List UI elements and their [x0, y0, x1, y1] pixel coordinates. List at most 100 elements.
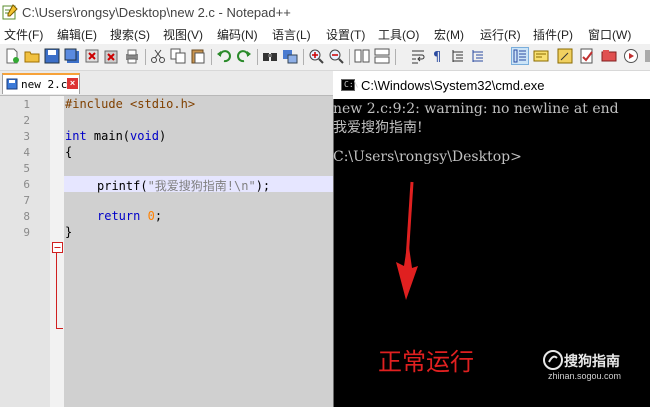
zoom-in-icon[interactable] [308, 48, 324, 64]
zoom-out-icon[interactable] [328, 48, 344, 64]
save-all-icon[interactable] [64, 48, 80, 64]
tab-bar: new 2.c × [0, 71, 333, 96]
line-number: 7 [23, 194, 30, 207]
new-file-icon[interactable] [4, 48, 20, 64]
toolbar-separator [395, 49, 396, 65]
fold-margin [50, 96, 64, 407]
copy-icon[interactable] [170, 48, 186, 64]
fold-collapse-icon[interactable] [52, 242, 63, 253]
redo-icon[interactable] [236, 48, 252, 64]
menu-tools[interactable]: 工具(O) [378, 26, 419, 43]
window-title: C:\Users\rongsy\Desktop\new 2.c - Notepa… [22, 5, 291, 20]
menu-settings[interactable]: 设置(T) [326, 26, 365, 43]
menu-window[interactable]: 窗口(W) [588, 26, 631, 43]
find-icon[interactable] [262, 48, 278, 64]
file-saved-icon [6, 78, 18, 90]
line-number-gutter: 1 2 3 4 5 6 7 8 9 [0, 96, 50, 407]
svg-text:¶: ¶ [433, 50, 441, 64]
folder-workspace-icon[interactable] [557, 48, 573, 64]
line-number: 1 [23, 98, 30, 111]
code-line-8: return 0; [97, 209, 162, 223]
menu-macro[interactable]: 宏(M) [434, 26, 464, 43]
tab-label: new 2.c [21, 78, 68, 91]
code-line-6: printf("我爱搜狗指南!\n"); [97, 177, 270, 194]
user-language-icon[interactable] [470, 48, 486, 64]
menu-plugins[interactable]: 插件(P) [533, 26, 573, 43]
paste-icon[interactable] [190, 48, 206, 64]
cmd-window-title: C:\Windows\System32\cmd.exe [361, 78, 545, 93]
keyword-int: int [65, 129, 87, 143]
cut-icon[interactable] [150, 48, 166, 64]
notepadpp-app-icon [2, 4, 18, 20]
statement-end: ); [255, 179, 271, 193]
console-output-line: 我爱搜狗指南! [333, 120, 423, 136]
line-number: 8 [23, 210, 30, 223]
tab-close-icon[interactable]: × [67, 78, 78, 89]
toolbar-separator [211, 49, 212, 65]
function-list-icon[interactable] [533, 48, 549, 64]
cmd-app-icon: C:\ [341, 79, 358, 91]
function-main: main( [86, 129, 131, 143]
menu-search[interactable]: 搜索(S) [110, 26, 150, 43]
save-icon[interactable] [44, 48, 60, 64]
toolbar-separator [257, 49, 258, 65]
macro-play-icon[interactable] [623, 48, 639, 64]
menu-run[interactable]: 运行(R) [480, 26, 521, 43]
toolbar-separator [303, 49, 304, 65]
print-icon[interactable] [124, 48, 140, 64]
macro-record-icon[interactable] [579, 48, 595, 64]
close-all-icon[interactable] [104, 48, 120, 64]
toolbar-separator [349, 49, 350, 65]
fold-line [56, 253, 57, 329]
number-zero: 0 [140, 209, 155, 223]
tab-new-2-c[interactable]: new 2.c × [2, 73, 80, 94]
line-number: 9 [23, 226, 30, 239]
doc-map-icon[interactable] [511, 47, 529, 65]
indent-guide-icon[interactable] [450, 48, 466, 64]
line-number: 6 [23, 178, 30, 191]
replace-icon[interactable] [282, 48, 298, 64]
all-chars-icon[interactable]: ¶ [430, 48, 446, 64]
console-prompt-line: C:\Users\rongsy\Desktop> [333, 149, 522, 165]
code-line-4: { [65, 145, 72, 159]
code-line-9: } [65, 225, 72, 239]
cmd-title-bar[interactable]: C:\ C:\Windows\System32\cmd.exe [333, 71, 650, 99]
menu-file[interactable]: 文件(F) [4, 26, 43, 43]
string-literal: "我爱搜狗指南!\n" [147, 179, 256, 193]
menu-bar: 文件(F) 编辑(E) 搜索(S) 视图(V) 编码(N) 语言(L) 设置(T… [0, 24, 650, 44]
brace-open: { [65, 145, 73, 159]
menu-language[interactable]: 语言(L) [272, 26, 311, 43]
include-header: <stdio.h> [122, 97, 196, 111]
printf-call: printf( [97, 179, 148, 193]
console-warning-line: new 2.c:9:2: warning: no newline at end [333, 101, 619, 117]
line-number: 4 [23, 146, 30, 159]
sync-vertical-icon[interactable] [354, 48, 370, 64]
open-file-icon[interactable] [24, 48, 40, 64]
menu-encoding[interactable]: 编码(N) [217, 26, 258, 43]
include-directive: #include [65, 97, 123, 111]
toolbar-separator [145, 49, 146, 65]
paren-close: ) [158, 129, 167, 143]
line-number: 3 [23, 130, 30, 143]
word-wrap-icon[interactable] [410, 48, 426, 64]
semicolon: ; [154, 209, 163, 223]
watermark-brand: 搜狗指南 [564, 353, 620, 369]
menu-edit[interactable]: 编辑(E) [57, 26, 97, 43]
keyword-void: void [130, 129, 159, 143]
sogou-logo-icon [543, 350, 563, 370]
close-file-icon[interactable] [84, 48, 100, 64]
title-bar: C:\Users\rongsy\Desktop\new 2.c - Notepa… [0, 0, 650, 24]
line-number: 5 [23, 162, 30, 175]
toolbar: ¶ [0, 44, 650, 71]
menu-view[interactable]: 视图(V) [163, 26, 203, 43]
brace-close: } [65, 225, 73, 239]
line-number: 2 [23, 114, 30, 127]
watermark-url: zhinan.sogou.com [548, 371, 622, 381]
keyword-return: return [97, 209, 141, 223]
macro-stop-icon[interactable] [601, 48, 617, 64]
more-tools-icon[interactable] [644, 48, 650, 64]
sync-horizontal-icon[interactable] [374, 48, 390, 64]
code-line-3: int main(void) [65, 129, 166, 143]
annotation-text: 正常运行 [378, 348, 474, 376]
undo-icon[interactable] [216, 48, 232, 64]
